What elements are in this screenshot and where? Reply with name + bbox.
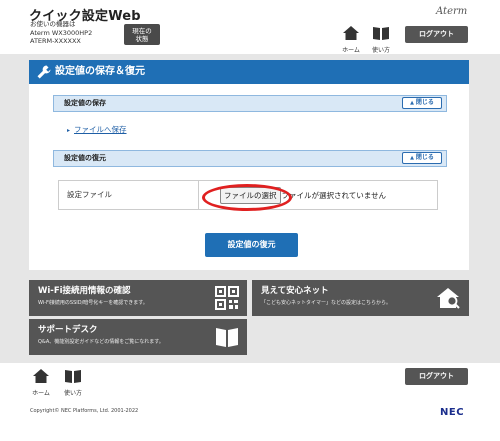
footer-manual-label: 使い方	[63, 390, 82, 397]
wifi-card-desc: Wi-Fi接続用のSSID/暗号化キーを確認できます。	[38, 300, 148, 306]
safe-net-card[interactable]: 見えて安心ネット 「こども安心ネットタイマー」などの設定はこちらから。	[252, 280, 469, 316]
arrow-right-icon: ▸	[67, 127, 71, 134]
wifi-card-title: Wi-Fi接続用情報の確認	[38, 286, 131, 296]
caret-up-icon: ▲	[410, 155, 414, 161]
highlight-annotation	[202, 184, 292, 211]
device-name: ATERM-XXXXXX	[30, 37, 81, 46]
wrench-icon	[37, 65, 51, 79]
restore-section-title: 設定値の復元	[64, 154, 106, 162]
manual-label: 使い方	[371, 47, 390, 54]
save-link-label: ファイルへ保存	[74, 125, 127, 134]
device-model: Aterm WX3000HP2	[30, 28, 93, 37]
home-search-icon	[437, 288, 460, 309]
settings-file-label: 設定ファイル	[59, 181, 199, 209]
aterm-logo: Aterm	[436, 6, 468, 17]
device-info: お使いの機器は Aterm WX3000HP2 ATERM-XXXXXX	[30, 20, 92, 46]
status-button-label-1: 現在の	[132, 27, 152, 35]
footer-logout-button[interactable]: ログアウト	[405, 368, 468, 385]
main-panel: 設定値の保存＆復元 設定値の保存 ▲ 閉じる ▸ ファイルへ保存 設定値の復元 ▲ 閉…	[29, 60, 469, 270]
save-to-file-link[interactable]: ▸ ファイルへ保存	[67, 124, 127, 135]
copyright-text: Copyright© NEC Platforms, Ltd. 2001-2022	[30, 408, 139, 414]
section-title: 設定値の保存＆復元	[55, 66, 145, 77]
close-label: 閉じる	[415, 154, 434, 161]
safe-net-card-title: 見えて安心ネット	[261, 286, 329, 296]
qr-code-icon	[215, 286, 239, 310]
save-section-close-button[interactable]: ▲ 閉じる	[402, 97, 442, 109]
home-icon	[33, 369, 49, 383]
home-nav-button[interactable]: ホーム	[340, 25, 362, 54]
safe-net-card-desc: 「こども安心ネットタイマー」などの設定はこちらから。	[261, 300, 392, 306]
current-status-button[interactable]: 現在の 状態	[124, 24, 160, 45]
close-label: 閉じる	[415, 99, 434, 106]
manual-nav-button[interactable]: 使い方	[370, 25, 392, 54]
restore-section-header: 設定値の復元 ▲ 閉じる	[53, 150, 447, 167]
no-file-selected-text: ファイルが選択されていません	[281, 191, 387, 200]
book-icon	[216, 328, 238, 347]
home-label: ホーム	[342, 47, 360, 54]
logout-button[interactable]: ログアウト	[405, 26, 468, 43]
restore-settings-button[interactable]: 設定値の復元	[205, 233, 298, 257]
status-button-label-2: 状態	[135, 35, 149, 43]
caret-up-icon: ▲	[410, 100, 414, 106]
nec-logo: NEC	[440, 407, 465, 418]
restore-section-close-button[interactable]: ▲ 閉じる	[402, 152, 442, 164]
device-info-line: お使いの機器は	[30, 20, 76, 28]
support-card-title: サポートデスク	[38, 325, 98, 335]
save-section-title: 設定値の保存	[64, 99, 106, 107]
footer-home-label: ホーム	[32, 390, 50, 397]
section-header: 設定値の保存＆復元	[29, 60, 469, 84]
footer-manual-button[interactable]: 使い方	[62, 368, 84, 397]
support-card-desc: Q&A、機能別設定ガイドなどの情報をご覧になれます。	[38, 339, 164, 345]
home-icon	[343, 26, 359, 40]
save-section-header: 設定値の保存 ▲ 閉じる	[53, 95, 447, 112]
header: クイック設定Web お使いの機器は Aterm WX3000HP2 ATERM-…	[0, 0, 500, 54]
support-desk-card[interactable]: サポートデスク Q&A、機能別設定ガイドなどの情報をご覧になれます。	[29, 319, 247, 355]
book-icon	[65, 370, 81, 383]
book-icon	[373, 27, 389, 40]
footer-home-button[interactable]: ホーム	[30, 368, 52, 397]
wifi-info-card[interactable]: Wi-Fi接続用情報の確認 Wi-Fi接続用のSSID/暗号化キーを確認できます…	[29, 280, 247, 316]
